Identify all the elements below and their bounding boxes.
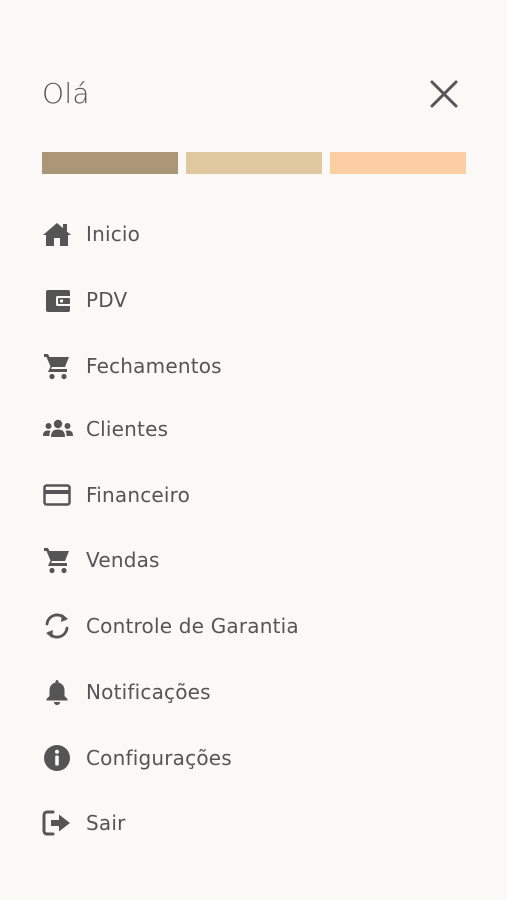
wallet-icon: [42, 284, 74, 316]
menu-item-label: PDV: [86, 288, 128, 312]
menu-item-inicio[interactable]: Inicio: [42, 214, 140, 254]
menu-item-controle-de-garantia[interactable]: Controle de Garantia: [42, 606, 299, 646]
color-palette-bar: [42, 152, 466, 174]
menu-item-label: Sair: [86, 811, 126, 835]
color-bar-2: [186, 152, 322, 174]
menu-item-label: Notificações: [86, 680, 211, 704]
bell-icon: [42, 676, 74, 708]
menu-item-configuracoes[interactable]: Configurações: [42, 738, 232, 778]
menu-item-pdv[interactable]: PDV: [42, 280, 127, 320]
menu-item-label: Financeiro: [86, 483, 191, 507]
menu-item-label: Clientes: [86, 417, 169, 441]
menu-item-label: Vendas: [86, 548, 160, 572]
sync-icon: [42, 610, 74, 642]
info-icon: [42, 742, 74, 774]
home-icon: [42, 218, 74, 250]
menu-item-notificacoes[interactable]: Notificações: [42, 672, 211, 712]
menu-item-label: Controle de Garantia: [86, 614, 299, 638]
menu-item-vendas[interactable]: Vendas: [42, 540, 160, 580]
close-icon: [429, 79, 459, 113]
cart-icon: [42, 544, 74, 576]
users-icon: [42, 413, 74, 445]
menu-item-clientes[interactable]: Clientes: [42, 409, 168, 449]
greeting-title: Olá: [42, 77, 90, 110]
cart-icon: [42, 350, 74, 382]
color-bar-3: [330, 152, 466, 174]
menu-item-label: Configurações: [86, 746, 232, 770]
sign-out-icon: [42, 807, 74, 839]
menu-item-label: Fechamentos: [86, 354, 222, 378]
color-bar-1: [42, 152, 178, 174]
menu-item-label: Inicio: [86, 222, 141, 246]
menu-item-fechamentos[interactable]: Fechamentos: [42, 346, 222, 386]
menu-item-sair[interactable]: Sair: [42, 803, 126, 843]
menu-item-financeiro[interactable]: Financeiro: [42, 475, 190, 515]
credit-card-icon: [42, 479, 74, 511]
close-button[interactable]: [424, 76, 464, 116]
